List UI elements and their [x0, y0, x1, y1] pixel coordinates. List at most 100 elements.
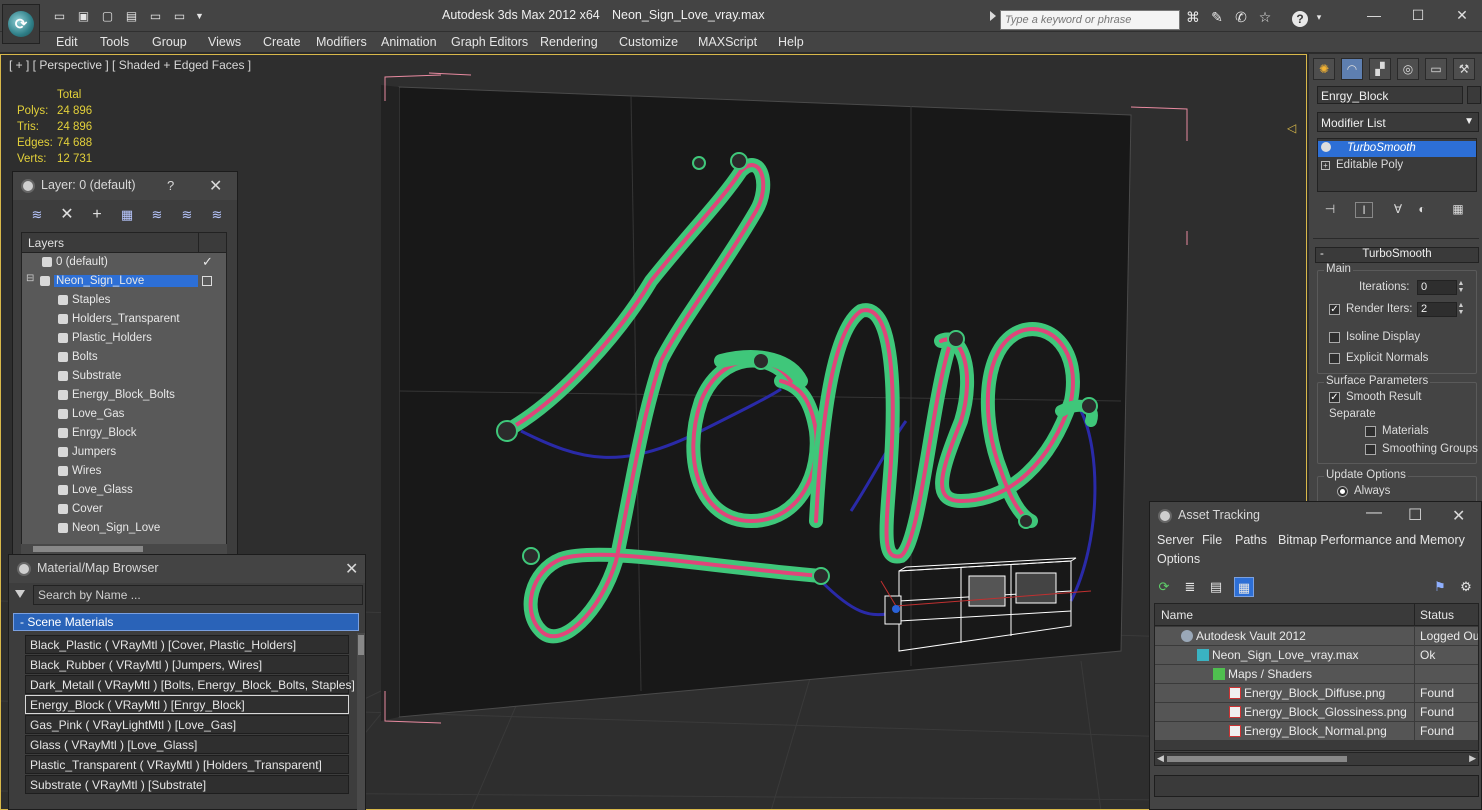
- asset-row[interactable]: Neon_Sign_Love_vray.max Ok: [1155, 646, 1478, 665]
- list-view-icon[interactable]: ≣: [1180, 577, 1200, 597]
- layer-row[interactable]: Energy_Block_Bolts: [22, 386, 226, 405]
- redo-icon[interactable]: ▭: [172, 9, 187, 24]
- object-color-swatch[interactable]: [1467, 86, 1481, 104]
- binoculars-icon[interactable]: ⌘: [1184, 9, 1202, 25]
- make-unique-icon[interactable]: ∀: [1389, 202, 1407, 218]
- layer-row[interactable]: Neon_Sign_Love: [22, 519, 226, 538]
- collapse-panel-arrow-icon[interactable]: ◁: [1287, 121, 1296, 135]
- asset-menu-paths[interactable]: Paths: [1235, 533, 1267, 547]
- menu-animation[interactable]: Animation: [381, 35, 437, 49]
- render-iters-checkbox[interactable]: ✓: [1329, 304, 1340, 315]
- menu-rendering[interactable]: Rendering: [540, 35, 598, 49]
- material-item[interactable]: Dark_Metall ( VRayMtl ) [Bolts, Energy_B…: [25, 675, 355, 694]
- thumbnail-view-icon[interactable]: ▤: [1206, 577, 1226, 597]
- app-menu-button[interactable]: ⟳: [2, 4, 40, 44]
- save-icon[interactable]: ▣: [76, 9, 91, 24]
- hierarchy-tab-icon[interactable]: ▞: [1369, 58, 1391, 80]
- layer-row[interactable]: Love_Gas: [22, 405, 226, 424]
- asset-tracking-titlebar[interactable]: Asset Tracking — ☐ ✕: [1150, 502, 1481, 530]
- menu-modifiers[interactable]: Modifiers: [316, 35, 367, 49]
- menu-group[interactable]: Group: [152, 35, 187, 49]
- layer-row[interactable]: Love_Glass: [22, 481, 226, 500]
- menu-tools[interactable]: Tools: [100, 35, 129, 49]
- menu-graph-editors[interactable]: Graph Editors: [451, 35, 528, 49]
- spinner-arrows-icon[interactable]: ▲ ▼: [1457, 280, 1465, 295]
- open-icon[interactable]: ▭: [52, 9, 67, 24]
- help-dropdown-icon[interactable]: ▾: [1310, 9, 1328, 25]
- material-item[interactable]: Plastic_Transparent ( VRayMtl ) [Holders…: [25, 755, 349, 774]
- asset-minimize-button[interactable]: —: [1366, 504, 1382, 522]
- material-item[interactable]: Gas_Pink ( VRayLightMtl ) [Love_Gas]: [25, 715, 349, 734]
- help-button[interactable]: ?: [167, 178, 174, 193]
- spinner-arrows-icon[interactable]: ▲ ▼: [1457, 302, 1465, 317]
- scroll-right-icon[interactable]: ▶: [1469, 753, 1476, 764]
- search-expand-icon[interactable]: [990, 11, 996, 21]
- layer-close-button[interactable]: ✕: [209, 176, 222, 196]
- layer-explorer-titlebar[interactable]: Layer: 0 (default) ? ✕: [13, 172, 237, 200]
- stack-item-turbosmooth[interactable]: TurboSmooth: [1318, 141, 1476, 157]
- configure-sets-icon[interactable]: ▦: [1449, 202, 1467, 218]
- material-item[interactable]: Substrate ( VRayMtl ) [Substrate]: [25, 775, 349, 794]
- menu-maxscript[interactable]: MAXScript: [698, 35, 757, 49]
- set-current-box-icon[interactable]: [202, 276, 212, 286]
- material-item[interactable]: Glass ( VRayMtl ) [Love_Glass]: [25, 735, 349, 754]
- utilities-tab-icon[interactable]: ⚒: [1453, 58, 1475, 80]
- delete-layer-icon[interactable]: ✕: [57, 206, 77, 224]
- add-to-layer-icon[interactable]: +: [87, 206, 107, 224]
- asset-menu-options[interactable]: Options: [1157, 552, 1200, 566]
- help-query-icon[interactable]: ⚑: [1430, 577, 1450, 597]
- always-radio[interactable]: [1337, 486, 1348, 497]
- scroll-left-icon[interactable]: ◀: [1157, 753, 1164, 764]
- layer-row[interactable]: Jumpers: [22, 443, 226, 462]
- material-item[interactable]: Black_Plastic ( VRayMtl ) [Cover, Plasti…: [25, 635, 349, 654]
- motion-tab-icon[interactable]: ◎: [1397, 58, 1419, 80]
- hold-icon[interactable]: ▤: [124, 9, 139, 24]
- asset-menu-file[interactable]: File: [1202, 533, 1222, 547]
- asset-row[interactable]: Autodesk Vault 2012 Logged Ou: [1155, 627, 1478, 646]
- undo-icon[interactable]: ▭: [148, 9, 163, 24]
- status-column-header[interactable]: Status: [1420, 608, 1454, 622]
- asset-row[interactable]: Energy_Block_Glossiness.png Found: [1155, 703, 1478, 722]
- layer-row[interactable]: Substrate: [22, 367, 226, 386]
- new-icon[interactable]: ▢: [100, 9, 115, 24]
- select-objects-icon[interactable]: ▦: [117, 206, 137, 224]
- menu-help[interactable]: Help: [778, 35, 804, 49]
- stack-item-editable-poly[interactable]: + Editable Poly: [1318, 158, 1476, 174]
- quick-access-dropdown-icon[interactable]: ▼: [192, 9, 207, 24]
- filter-dropdown-icon[interactable]: [15, 590, 25, 598]
- table-view-icon[interactable]: ▦: [1234, 577, 1254, 597]
- layer-row[interactable]: Holders_Transparent: [22, 310, 226, 329]
- remove-modifier-icon[interactable]: ◐: [1413, 202, 1431, 218]
- viewport-label[interactable]: [ + ] [ Perspective ] [ Shaded + Edged F…: [9, 58, 251, 72]
- new-layer-icon[interactable]: ≋: [27, 206, 47, 224]
- render-iters-spinner[interactable]: 2: [1417, 302, 1457, 317]
- modify-tab-icon[interactable]: ◠: [1341, 58, 1363, 80]
- smoothing-groups-checkbox[interactable]: [1365, 444, 1376, 455]
- expand-icon[interactable]: +: [1321, 161, 1330, 170]
- search-input[interactable]: Type a keyword or phrase: [1000, 10, 1180, 30]
- asset-status-field[interactable]: [1154, 775, 1479, 797]
- collapse-icon[interactable]: ⊟: [26, 273, 34, 284]
- show-end-result-icon[interactable]: I: [1355, 202, 1373, 218]
- lightbulb-icon[interactable]: [1321, 142, 1331, 152]
- asset-row[interactable]: Energy_Block_Normal.png Found: [1155, 722, 1478, 741]
- select-layer-icon[interactable]: ≋: [147, 206, 167, 224]
- material-vertical-scrollbar[interactable]: [357, 633, 365, 810]
- create-tab-icon[interactable]: ✺: [1313, 58, 1335, 80]
- turbosmooth-rollout-header[interactable]: - TurboSmooth: [1315, 247, 1479, 263]
- subscription-icon[interactable]: ✎: [1208, 9, 1226, 25]
- isoline-checkbox[interactable]: [1329, 332, 1340, 343]
- layer-row[interactable]: Staples: [22, 291, 226, 310]
- material-item[interactable]: Black_Rubber ( VRayMtl ) [Jumpers, Wires…: [25, 655, 349, 674]
- highlight-layer-icon[interactable]: ≋: [177, 206, 197, 224]
- menu-edit[interactable]: Edit: [56, 35, 78, 49]
- menu-customize[interactable]: Customize: [619, 35, 678, 49]
- smooth-result-checkbox[interactable]: ✓: [1329, 392, 1340, 403]
- explicit-normals-checkbox[interactable]: [1329, 353, 1340, 364]
- scroll-thumb[interactable]: [358, 635, 364, 655]
- scroll-thumb[interactable]: [1167, 756, 1347, 762]
- maximize-button[interactable]: ☐: [1408, 6, 1428, 24]
- scroll-thumb[interactable]: [33, 546, 143, 552]
- favorites-star-icon[interactable]: ☆: [1256, 9, 1274, 25]
- hide-freeze-all-icon[interactable]: ≋: [207, 206, 227, 224]
